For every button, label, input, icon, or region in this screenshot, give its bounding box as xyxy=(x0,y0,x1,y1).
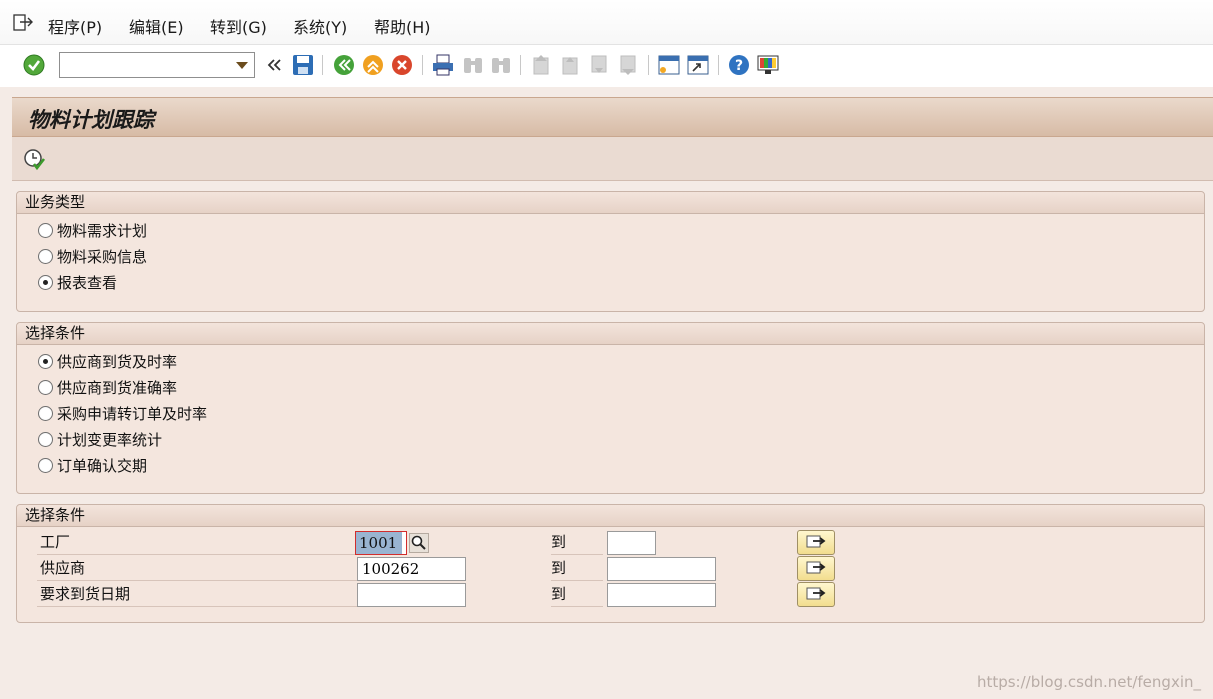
next-page-icon xyxy=(591,55,607,73)
supplier-label: 供应商 xyxy=(37,557,357,581)
radio-order-confirm-date[interactable]: 订单确认交期 xyxy=(38,454,147,476)
radio-label: 物料需求计划 xyxy=(57,221,148,240)
print-icon[interactable] xyxy=(431,53,455,77)
delivery-date-to-field[interactable] xyxy=(607,583,716,607)
application-toolbar xyxy=(12,137,1213,181)
command-dropdown-arrow-icon[interactable] xyxy=(236,62,248,69)
menu-goto[interactable]: 转到(G) xyxy=(210,14,267,38)
page-title: 物料计划跟踪 xyxy=(28,107,154,132)
criteria-row-delivery-date: 要求到货日期 到 xyxy=(37,582,1197,608)
exit-icon[interactable] xyxy=(361,53,385,77)
menu-bar: 程序(P) 编辑(E) 转到(G) 系统(Y) 帮助(H) xyxy=(0,0,1213,45)
plant-from-input[interactable] xyxy=(356,532,402,554)
radio-button[interactable] xyxy=(38,457,53,473)
criteria-row-supplier: 供应商 到 xyxy=(37,556,1197,582)
multiple-selection-icon xyxy=(806,535,826,548)
multiple-selection-button[interactable] xyxy=(797,556,835,581)
radio-material-purchase[interactable]: 物料采购信息 xyxy=(38,245,147,267)
plant-to-field[interactable] xyxy=(607,531,656,555)
help-icon[interactable]: ? xyxy=(727,53,751,77)
to-label: 到 xyxy=(551,557,603,581)
radio-pr-to-po-timeliness[interactable]: 采购申请转订单及时率 xyxy=(38,402,207,424)
radio-label: 供应商到货及时率 xyxy=(57,352,178,371)
multiple-selection-icon xyxy=(806,587,826,600)
report-type-header: 选择条件 xyxy=(17,323,1204,345)
selection-criteria-header: 选择条件 xyxy=(17,505,1204,527)
title-bar: 物料计划跟踪 xyxy=(12,97,1213,137)
delivery-date-label: 要求到货日期 xyxy=(37,583,357,607)
business-type-group: 业务类型 物料需求计划 物料采购信息 报表查看 xyxy=(16,191,1205,312)
radio-report-view[interactable]: 报表查看 xyxy=(38,271,117,293)
supplier-from-field[interactable] xyxy=(357,557,466,581)
radio-button[interactable] xyxy=(38,248,53,264)
radio-supplier-timeliness[interactable]: 供应商到货及时率 xyxy=(38,350,177,372)
toolbar-separator xyxy=(718,55,719,75)
menu-help[interactable]: 帮助(H) xyxy=(374,14,431,38)
layout-icon[interactable] xyxy=(756,53,780,77)
toolbar-separator xyxy=(322,55,323,75)
enter-icon[interactable] xyxy=(22,53,46,77)
menu-exit-icon[interactable] xyxy=(12,12,34,34)
delivery-date-from-input[interactable] xyxy=(358,584,465,606)
radio-button-selected[interactable] xyxy=(38,274,53,290)
to-label: 到 xyxy=(551,583,603,607)
radio-label: 采购申请转订单及时率 xyxy=(57,404,208,423)
menu-edit[interactable]: 编辑(E) xyxy=(129,14,184,38)
multiple-selection-button[interactable] xyxy=(797,582,835,607)
delivery-date-from-field[interactable] xyxy=(357,583,466,607)
plant-label: 工厂 xyxy=(37,531,357,555)
last-page-icon xyxy=(620,55,636,75)
execute-icon[interactable] xyxy=(22,147,46,171)
selection-criteria-group: 选择条件 工厂 到 供应商 到 xyxy=(16,504,1205,623)
first-page-icon xyxy=(533,55,549,75)
supplier-from-input[interactable] xyxy=(358,558,465,580)
multiple-selection-icon xyxy=(806,561,826,574)
new-session-icon[interactable] xyxy=(657,53,681,77)
cancel-icon[interactable] xyxy=(390,53,414,77)
radio-plan-change-rate[interactable]: 计划变更率统计 xyxy=(38,428,162,450)
radio-button-selected[interactable] xyxy=(38,353,53,369)
multiple-selection-button[interactable] xyxy=(797,530,835,555)
radio-material-requirement[interactable]: 物料需求计划 xyxy=(38,219,147,241)
menu-system[interactable]: 系统(Y) xyxy=(293,14,347,38)
command-field[interactable] xyxy=(59,52,255,78)
criteria-row-plant: 工厂 到 xyxy=(37,530,1197,556)
search-icon xyxy=(411,535,426,550)
supplier-to-field[interactable] xyxy=(607,557,716,581)
to-label: 到 xyxy=(551,531,603,555)
radio-label: 物料采购信息 xyxy=(57,247,148,266)
radio-label: 供应商到货准确率 xyxy=(57,378,178,397)
command-input[interactable] xyxy=(60,53,230,77)
toolbar-separator xyxy=(648,55,649,75)
radio-label: 订单确认交期 xyxy=(57,456,148,475)
toolbar-separator xyxy=(422,55,423,75)
shortcut-icon[interactable] xyxy=(686,53,710,77)
supplier-to-input[interactable] xyxy=(608,558,715,580)
standard-toolbar: ? xyxy=(0,45,1213,87)
watermark-text: https://blog.csdn.net/fengxin_ xyxy=(976,673,1201,691)
svg-text:?: ? xyxy=(735,58,743,74)
radio-button[interactable] xyxy=(38,379,53,395)
delivery-date-to-input[interactable] xyxy=(608,584,715,606)
radio-button[interactable] xyxy=(38,222,53,238)
value-help-button[interactable] xyxy=(409,533,429,553)
menu-program[interactable]: 程序(P) xyxy=(48,14,102,38)
plant-to-input[interactable] xyxy=(608,532,655,554)
plant-from-field[interactable] xyxy=(355,531,407,555)
find-icon xyxy=(464,58,482,73)
radio-supplier-accuracy[interactable]: 供应商到货准确率 xyxy=(38,376,177,398)
back-green-icon[interactable] xyxy=(332,53,356,77)
radio-label: 计划变更率统计 xyxy=(57,430,163,449)
report-type-group: 选择条件 供应商到货及时率 供应商到货准确率 采购申请转订单及时率 计划变更率统… xyxy=(16,322,1205,494)
back-icon[interactable] xyxy=(262,53,286,77)
radio-button[interactable] xyxy=(38,431,53,447)
radio-label: 报表查看 xyxy=(57,273,118,292)
business-type-header: 业务类型 xyxy=(17,192,1204,214)
toolbar-separator xyxy=(520,55,521,75)
radio-button[interactable] xyxy=(38,405,53,421)
save-icon[interactable] xyxy=(291,53,315,77)
prev-page-icon xyxy=(562,57,578,75)
find-next-icon xyxy=(492,58,510,73)
